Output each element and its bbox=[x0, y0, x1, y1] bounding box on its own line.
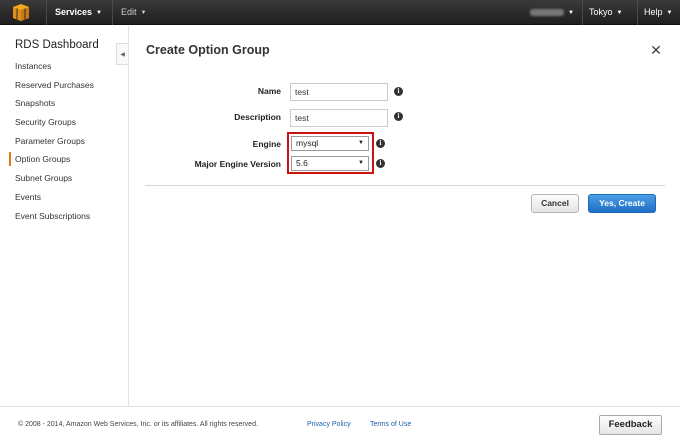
help-menu[interactable]: Help ▼ bbox=[637, 0, 672, 25]
chevron-down-icon: ▼ bbox=[568, 10, 574, 16]
sidebar-item-reserved-purchases[interactable]: Reserved Purchases bbox=[9, 78, 94, 92]
yes-create-button[interactable]: Yes, Create bbox=[588, 194, 656, 213]
sidebar-item-subnet-groups[interactable]: Subnet Groups bbox=[9, 171, 72, 185]
chevron-left-icon: ◀ bbox=[120, 52, 125, 58]
info-icon[interactable]: i bbox=[376, 159, 385, 168]
edit-label: Edit bbox=[121, 7, 137, 17]
divider bbox=[145, 185, 665, 186]
info-icon[interactable]: i bbox=[376, 139, 385, 148]
aws-cube-logo-icon[interactable] bbox=[8, 4, 34, 21]
edit-menu[interactable]: Edit ▼ bbox=[112, 0, 146, 25]
collapse-sidebar-button[interactable]: ◀ bbox=[116, 43, 128, 65]
sidebar-item-events[interactable]: Events bbox=[9, 190, 41, 204]
description-input[interactable] bbox=[290, 109, 388, 127]
sidebar: RDS Dashboard Instances Reserved Purchas… bbox=[0, 26, 129, 406]
sidebar-item-event-subscriptions[interactable]: Event Subscriptions bbox=[9, 209, 90, 223]
account-menu[interactable]: ▼ bbox=[530, 0, 578, 25]
chevron-down-icon: ▼ bbox=[666, 10, 673, 16]
help-label: Help bbox=[644, 7, 663, 17]
page-title: Create Option Group bbox=[146, 43, 270, 57]
sidebar-item-snapshots[interactable]: Snapshots bbox=[9, 96, 55, 110]
engine-label: Engine bbox=[252, 139, 281, 149]
name-label: Name bbox=[257, 86, 281, 96]
feedback-button[interactable]: Feedback bbox=[599, 415, 662, 435]
name-input[interactable] bbox=[290, 83, 388, 101]
footer-divider bbox=[0, 406, 680, 407]
sidebar-item-instances[interactable]: Instances bbox=[9, 59, 51, 73]
close-icon[interactable]: ✕ bbox=[650, 43, 662, 57]
top-navigation-bar: Services ▼ Edit ▼ ▼ Tokyo ▼ Help ▼ bbox=[0, 0, 680, 25]
sidebar-title[interactable]: RDS Dashboard bbox=[15, 39, 99, 51]
major-engine-version-label: Major Engine Version bbox=[194, 159, 281, 169]
region-label: Tokyo bbox=[589, 7, 613, 17]
chevron-down-icon: ▼ bbox=[96, 10, 102, 16]
copyright-text: © 2008 - 2014, Amazon Web Services, Inc.… bbox=[18, 421, 258, 428]
description-label: Description bbox=[234, 112, 281, 122]
sidebar-item-parameter-groups[interactable]: Parameter Groups bbox=[9, 134, 85, 148]
services-menu[interactable]: Services ▼ bbox=[46, 0, 102, 25]
info-icon[interactable]: i bbox=[394, 87, 403, 96]
redacted-account-name bbox=[530, 9, 564, 17]
sidebar-item-option-groups[interactable]: Option Groups bbox=[9, 152, 70, 166]
info-icon[interactable]: i bbox=[394, 112, 403, 121]
region-menu[interactable]: Tokyo ▼ bbox=[582, 0, 622, 25]
chevron-down-icon: ▼ bbox=[616, 10, 623, 16]
services-label: Services bbox=[55, 7, 93, 17]
cancel-button[interactable]: Cancel bbox=[531, 194, 579, 213]
terms-of-use-link[interactable]: Terms of Use bbox=[370, 421, 411, 428]
privacy-policy-link[interactable]: Privacy Policy bbox=[307, 421, 351, 428]
sidebar-item-security-groups[interactable]: Security Groups bbox=[9, 115, 76, 129]
chevron-down-icon: ▼ bbox=[140, 10, 147, 16]
red-highlight-box bbox=[287, 132, 374, 174]
